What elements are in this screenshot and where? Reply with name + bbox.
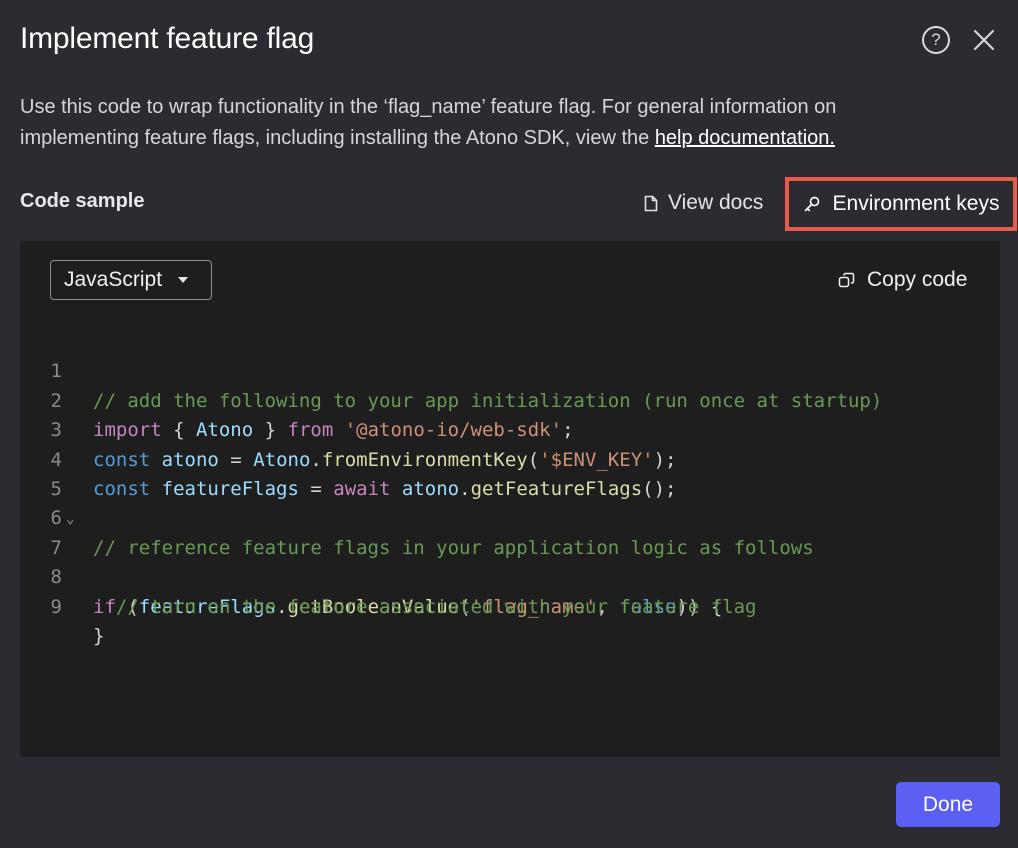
copy-code-label: Copy code — [867, 268, 968, 291]
code-text: } — [93, 624, 105, 647]
environment-keys-button[interactable]: Environment keys — [785, 177, 1017, 231]
dialog-title: Implement feature flag — [20, 22, 315, 55]
code-line: 7 ⌄ if (featureFlags.getBooleanValue('fl… — [20, 504, 1000, 617]
code-line: 3 const atono = Atono.fromEnvironmentKey… — [20, 387, 1000, 470]
language-selected-value: JavaScript — [64, 268, 163, 291]
close-icon-graphic — [974, 30, 994, 50]
help-documentation-link[interactable]: help documentation. — [655, 127, 835, 149]
code-block[interactable]: 1 // add the following to your app initi… — [20, 328, 1000, 647]
code-line: 9 } — [20, 563, 1000, 647]
view-docs-button[interactable]: View docs — [644, 188, 763, 218]
help-icon-glyph: ? — [931, 30, 941, 49]
dialog-description: Use this code to wrap functionality in t… — [20, 92, 960, 154]
document-icon — [644, 195, 658, 211]
environment-keys-label: Environment keys — [832, 192, 1000, 215]
code-sample-label: Code sample — [20, 190, 145, 212]
code-line: 2 import { Atono } from '@atono-io/web-s… — [20, 357, 1000, 441]
code-line: 5 — [20, 446, 1000, 500]
code-editor-panel: JavaScript Copy code 1 // add the follow… — [20, 241, 1000, 757]
code-line: 6 // reference feature flags in your app… — [20, 475, 1000, 558]
view-docs-label: View docs — [668, 191, 764, 214]
code-line: 1 // add the following to your app initi… — [20, 328, 1000, 411]
implement-feature-flag-dialog: Implement feature flag ? Use this code t… — [0, 0, 1018, 848]
copy-icon — [838, 272, 855, 287]
copy-code-button[interactable]: Copy code — [838, 268, 967, 292]
code-comment: // turn on the feature associated with y… — [93, 595, 757, 618]
caret-down-icon — [178, 277, 189, 283]
close-icon[interactable] — [972, 28, 996, 52]
help-icon[interactable]: ? — [922, 26, 950, 54]
key-icon — [804, 196, 819, 212]
language-select[interactable]: JavaScript — [50, 260, 212, 300]
chevron-down-icon[interactable]: ⌄ — [66, 505, 74, 534]
code-line: 4 const featureFlags = await atono.getFe… — [20, 416, 1000, 500]
code-line: 8 // turn on the feature associated with… — [20, 534, 1000, 617]
done-button[interactable]: Done — [896, 782, 1000, 827]
line-number: 9 — [50, 595, 62, 618]
